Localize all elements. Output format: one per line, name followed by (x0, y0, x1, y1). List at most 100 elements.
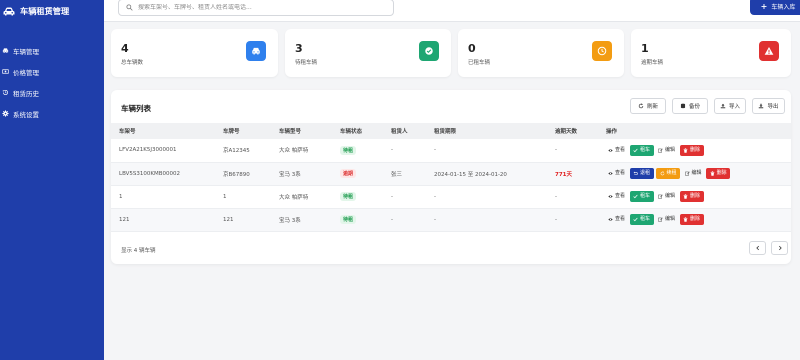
delete-button[interactable]: 删除 (679, 144, 704, 156)
backup-button[interactable]: 备份 (672, 98, 708, 114)
renter-cell: - (383, 185, 426, 209)
panel-title: 车辆列表 (121, 104, 151, 113)
chevron-right-icon (778, 245, 782, 251)
period-cell: 2024-01-15 至 2024-01-20 (426, 162, 547, 186)
trash-icon (683, 148, 688, 153)
view-button[interactable]: 查看 (606, 214, 627, 225)
money-icon (2, 69, 9, 74)
sidebar-item-label: 价格管理 (13, 68, 39, 77)
status-badge: 逾期 (340, 169, 357, 178)
car-icon (3, 7, 15, 15)
delete-button[interactable]: 删除 (679, 191, 704, 202)
edit-icon (658, 148, 663, 153)
model-cell: 宝马 3系 (271, 208, 332, 232)
column-header: 逾期天数 (547, 123, 598, 139)
column-header: 车辆型号 (271, 123, 332, 139)
warning-icon (759, 41, 779, 61)
model-cell: 大众 帕萨特 (271, 139, 332, 163)
add-vehicle-button[interactable]: + 车辆入库 (750, 0, 800, 15)
next-page-button[interactable] (771, 241, 788, 255)
top-bar: + 车辆入库 (104, 0, 800, 22)
vin-cell: 1 (111, 185, 215, 209)
sidebar-item-label: 车辆管理 (13, 47, 39, 56)
check-icon (633, 194, 638, 199)
stat-value: 4 (121, 42, 129, 55)
status-cell: 待租 (332, 139, 383, 163)
export-button[interactable]: 导出 (752, 98, 785, 114)
stat-label: 总车辆数 (121, 60, 144, 66)
undo-icon (633, 171, 638, 176)
car-icon (246, 41, 266, 61)
rent-button[interactable]: 租车 (629, 191, 654, 202)
edit-button[interactable]: 编辑 (656, 145, 677, 156)
sidebar-item-history[interactable]: 租赁历史 (0, 82, 104, 103)
delete-button[interactable]: 删除 (706, 168, 731, 179)
database-icon (680, 103, 686, 109)
rent-button[interactable]: 租车 (629, 144, 654, 156)
edit-button[interactable]: 编辑 (683, 168, 704, 179)
import-button[interactable]: 导入 (714, 98, 746, 114)
stat-label: 待租车辆 (295, 60, 318, 66)
plate-cell: 京A12345 (215, 139, 271, 163)
backup-label: 备份 (688, 104, 700, 110)
refresh-icon (638, 103, 644, 109)
renew-button[interactable]: 续租 (656, 168, 681, 179)
eye-icon (608, 172, 613, 175)
export-label: 导出 (767, 104, 779, 110)
column-header: 租赁人 (383, 123, 426, 139)
plate-cell: 京B67890 (215, 162, 271, 186)
eye-icon (608, 218, 613, 221)
column-header: 租赁期限 (426, 123, 547, 139)
refresh-button[interactable]: 刷新 (630, 98, 666, 114)
view-button[interactable]: 查看 (606, 191, 627, 202)
clock-icon (592, 41, 612, 61)
sidebar-item-pricing[interactable]: 价格管理 (0, 61, 104, 82)
eye-icon (608, 195, 613, 198)
edit-button[interactable]: 编辑 (656, 191, 677, 202)
status-cell: 待租 (332, 208, 383, 232)
column-header: 操作 (598, 123, 791, 139)
stat-value: 3 (295, 42, 303, 55)
stat-card-available: 3 待租车辆 (285, 29, 451, 77)
trash-icon (710, 171, 714, 176)
stat-value: 0 (468, 42, 476, 55)
sidebar-item-vehicles[interactable]: 车辆管理 (0, 40, 104, 61)
overdue-cell: - (547, 139, 598, 163)
period-cell: - (426, 208, 547, 232)
search-input[interactable] (138, 4, 378, 11)
sidebar-item-label: 租赁历史 (13, 89, 39, 98)
vehicle-table: 车架号 车牌号 车辆型号 车辆状态 租赁人 租赁期限 逾期天数 操作 LFV2A… (111, 123, 791, 232)
renter-cell: 张三 (383, 162, 426, 186)
delete-button[interactable]: 删除 (679, 214, 704, 225)
table-row: LFV2A21K5J3000001 京A12345 大众 帕萨特 待租 - - … (111, 139, 791, 163)
edit-icon (658, 194, 663, 199)
status-badge: 待租 (340, 145, 357, 155)
table-header-row: 车架号 车牌号 车辆型号 车辆状态 租赁人 租赁期限 逾期天数 操作 (111, 123, 791, 139)
history-icon (2, 89, 9, 96)
sidebar-item-label: 系统设置 (13, 110, 39, 119)
renter-cell: - (383, 208, 426, 232)
model-cell: 宝马 3系 (271, 162, 332, 186)
rent-button[interactable]: 租车 (629, 214, 654, 225)
vehicle-list-panel: 车辆列表 刷新 备份 导入 导出 车架号 车牌号 车辆型号 车辆状态 租赁人 租… (111, 90, 791, 264)
check-icon (633, 217, 638, 222)
edit-button[interactable]: 编辑 (656, 214, 677, 225)
vin-cell: LFV2A21K5J3000001 (111, 139, 215, 163)
period-cell: - (426, 139, 547, 163)
sidebar-item-settings[interactable]: 系统设置 (0, 103, 104, 124)
actions-cell: 查看 租车 编辑 删除 (598, 185, 791, 209)
stat-card-overdue: 1 逾期车辆 (631, 29, 791, 77)
stat-value: 1 (641, 42, 649, 55)
status-cell: 逾期 (332, 162, 383, 186)
search-box[interactable] (118, 0, 394, 16)
actions-cell: 查看 租车 编辑 删除 (598, 208, 791, 232)
prev-page-button[interactable] (749, 241, 766, 255)
view-button[interactable]: 查看 (606, 168, 627, 179)
sidebar-menu: 车辆管理 价格管理 租赁历史 系统设置 (0, 40, 104, 124)
status-badge: 待租 (340, 215, 357, 224)
gear-icon (2, 110, 9, 117)
refresh-icon (660, 171, 664, 176)
view-button[interactable]: 查看 (606, 145, 627, 156)
column-header: 车辆状态 (332, 123, 383, 139)
return-button[interactable]: 退租 (629, 168, 654, 179)
